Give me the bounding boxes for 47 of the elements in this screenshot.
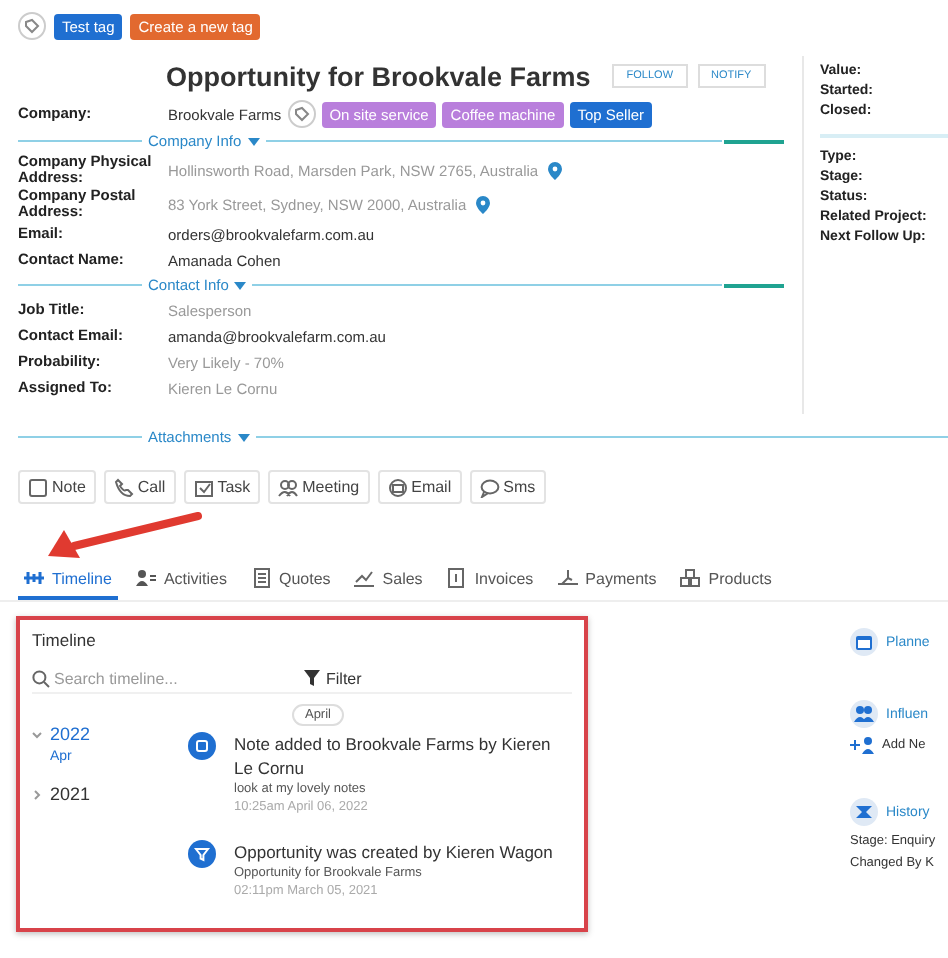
caret-icon: [237, 433, 250, 441]
map-pin-icon[interactable]: [476, 195, 491, 213]
people-icon: [278, 477, 299, 497]
calendar-icon: [850, 628, 878, 656]
action-button[interactable]: Sms: [469, 470, 546, 504]
action-button[interactable]: Email: [377, 470, 462, 504]
chevron-right-icon: [32, 789, 42, 799]
tab[interactable]: Invoices: [440, 562, 540, 600]
page-title: Opportunity for Brookvale Farms: [166, 61, 591, 91]
tab[interactable]: Products: [674, 562, 778, 600]
caret-icon: [247, 137, 260, 145]
timeline-icon: [24, 568, 44, 588]
note-icon: [188, 732, 216, 760]
tab[interactable]: Timeline: [18, 562, 118, 600]
filter-button[interactable]: Filter: [292, 667, 374, 689]
people-icon: [135, 568, 156, 588]
chat-icon: [479, 477, 500, 497]
map-pin-icon[interactable]: [548, 161, 563, 179]
filter-icon: [188, 840, 216, 868]
invoice-icon: [446, 568, 467, 588]
year-toggle[interactable]: 2021: [32, 780, 91, 808]
tab[interactable]: Activities: [129, 562, 233, 600]
filter-icon: [304, 670, 320, 686]
note-icon: [28, 477, 48, 497]
action-button[interactable]: Meeting: [268, 470, 370, 504]
tag-icon[interactable]: [18, 12, 46, 40]
checklist-icon: [193, 477, 214, 497]
phone-icon: [113, 477, 134, 497]
caret-icon: [234, 281, 247, 289]
action-button[interactable]: Note: [18, 470, 96, 504]
tab[interactable]: Payments: [551, 562, 663, 600]
tab[interactable]: Sales: [348, 562, 429, 600]
panel-title: Timeline: [32, 630, 98, 650]
tag-icon[interactable]: [287, 100, 316, 128]
chart-icon: [354, 568, 375, 588]
tab[interactable]: Quotes: [245, 562, 337, 600]
action-button[interactable]: Task: [183, 470, 261, 504]
people-icon: [850, 700, 878, 728]
boxes-icon: [680, 568, 701, 588]
action-button[interactable]: Call: [103, 470, 176, 504]
document-icon: [251, 568, 271, 588]
year-toggle[interactable]: 2022: [32, 720, 91, 748]
chevron-down-icon: [32, 729, 42, 739]
add-person-icon: [850, 736, 876, 754]
entry-title: Opportunity was created by Kieren Wagon: [234, 840, 554, 864]
entry-title: Note added to Brookvale Farms by Kieren Le Cornu: [234, 732, 553, 780]
search-icon: [32, 669, 50, 687]
